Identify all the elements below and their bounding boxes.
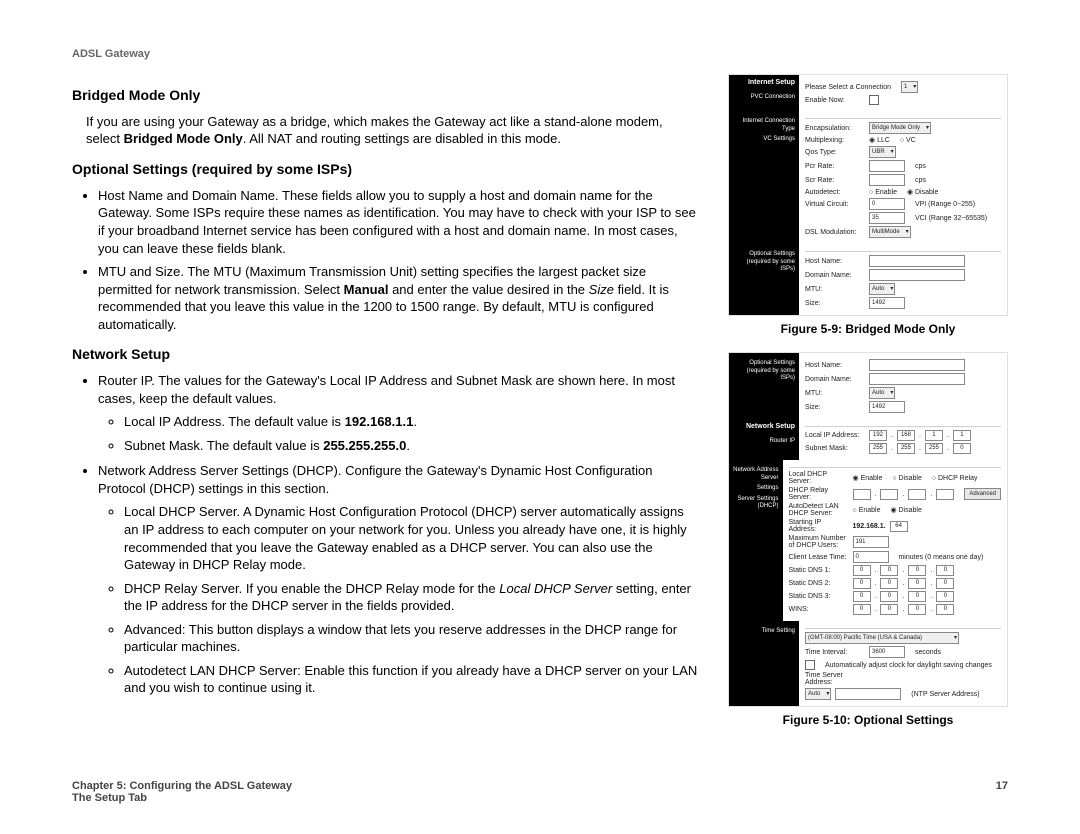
size-input[interactable]: 1492 bbox=[869, 297, 905, 309]
li-dhcp: Network Address Server Settings (DHCP). … bbox=[98, 462, 700, 697]
ldhcp-dis-radio[interactable]: Disable bbox=[892, 475, 922, 482]
mux-llc-radio[interactable]: LLC bbox=[869, 136, 890, 144]
li-autodetect: Autodetect LAN DHCP Server: Enable this … bbox=[124, 662, 700, 697]
enable-now-checkbox[interactable] bbox=[869, 95, 879, 105]
li-router-ip: Router IP. The values for the Gateway's … bbox=[98, 372, 700, 454]
li-local-ip: Local IP Address. The default value is 1… bbox=[124, 413, 700, 431]
qos-select[interactable]: UBR bbox=[869, 146, 896, 158]
figure-5-9-caption: Figure 5-9: Bridged Mode Only bbox=[728, 322, 1008, 336]
li-hostname: Host Name and Domain Name. These fields … bbox=[98, 187, 700, 257]
main-text-column: Bridged Mode Only If you are using your … bbox=[72, 74, 700, 743]
pcr-input[interactable] bbox=[869, 160, 905, 172]
mux-vc-radio[interactable]: VC bbox=[900, 137, 916, 144]
domain-input-2[interactable] bbox=[869, 373, 965, 385]
ldhcp-relay-radio[interactable]: DHCP Relay bbox=[932, 475, 978, 482]
tsa-select[interactable]: Auto bbox=[805, 688, 831, 700]
heading-network: Network Setup bbox=[72, 345, 700, 364]
li-advanced: Advanced: This button displays a window … bbox=[124, 621, 700, 656]
autod-dis-radio[interactable]: Disable bbox=[907, 188, 938, 196]
page-footer: Chapter 5: Configuring the ADSL Gateway … bbox=[72, 780, 1008, 804]
host-input-2[interactable] bbox=[869, 359, 965, 371]
advanced-button[interactable]: Advanced bbox=[964, 488, 1001, 500]
figure-5-9: Internet Setup PVC Connection Please Sel… bbox=[728, 74, 1008, 316]
figure-column: Internet Setup PVC Connection Please Sel… bbox=[728, 74, 1008, 743]
host-input[interactable] bbox=[869, 255, 965, 267]
doc-header: ADSL Gateway bbox=[72, 48, 1008, 60]
figure-5-10-caption: Figure 5-10: Optional Settings bbox=[728, 713, 1008, 727]
li-dhcp-relay: DHCP Relay Server. If you enable the DHC… bbox=[124, 580, 700, 615]
conn-select[interactable]: 1 bbox=[901, 81, 918, 93]
heading-optional: Optional Settings (required by some ISPs… bbox=[72, 160, 700, 179]
scr-input[interactable] bbox=[869, 174, 905, 186]
mtu-select[interactable]: Auto bbox=[869, 283, 895, 295]
dst-checkbox[interactable] bbox=[805, 660, 815, 670]
ip-oct[interactable]: 192 bbox=[869, 430, 887, 441]
mtu-select-2[interactable]: Auto bbox=[869, 387, 895, 399]
timezone-select[interactable]: (GMT-08:00) Pacific Time (USA & Canada) bbox=[805, 632, 959, 644]
li-subnet: Subnet Mask. The default value is 255.25… bbox=[124, 437, 700, 455]
dslmod-select[interactable]: MultiMode bbox=[869, 226, 911, 238]
page-number: 17 bbox=[996, 780, 1008, 792]
li-dhcp-local: Local DHCP Server. A Dynamic Host Config… bbox=[124, 503, 700, 573]
domain-input[interactable] bbox=[869, 269, 965, 281]
size-input-2[interactable]: 1492 bbox=[869, 401, 905, 413]
li-mtu: MTU and Size. The MTU (Maximum Transmiss… bbox=[98, 263, 700, 333]
figure-5-10: Optional Settings (required by some ISPs… bbox=[728, 352, 1008, 707]
para-bridged: If you are using your Gateway as a bridg… bbox=[86, 113, 700, 148]
ldhcp-en-radio[interactable]: Enable bbox=[853, 474, 883, 482]
vci-input[interactable]: 35 bbox=[869, 212, 905, 224]
encap-select[interactable]: Bridge Mode Only bbox=[869, 122, 931, 134]
autod-en-radio[interactable]: Enable bbox=[869, 189, 897, 196]
heading-bridged: Bridged Mode Only bbox=[72, 86, 700, 105]
vpi-input[interactable]: 0 bbox=[869, 198, 905, 210]
